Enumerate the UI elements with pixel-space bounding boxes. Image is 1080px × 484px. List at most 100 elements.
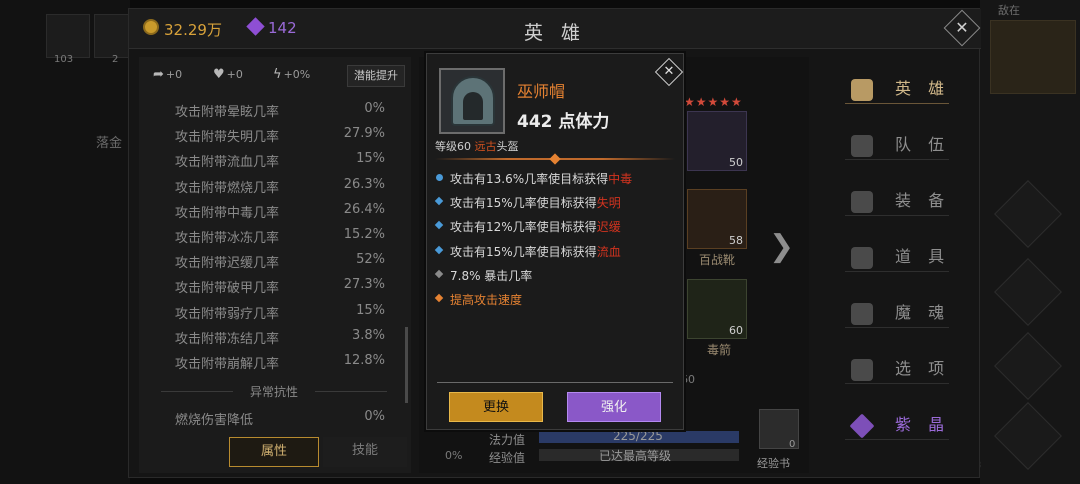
popup-close-button[interactable]: ✕ xyxy=(654,57,684,87)
attribute-label: 攻击附带弱疗几率 xyxy=(175,306,280,322)
attribute-list: 攻击附带晕眩几率 0% 攻击附带失明几率 27.9% 攻击附带流血几率 15% 攻击附… xyxy=(175,101,385,378)
slot-level: 60 xyxy=(729,324,743,337)
flame-icon xyxy=(851,303,873,325)
attribute-value: 26.3% xyxy=(343,176,385,192)
scrollbar[interactable] xyxy=(405,327,408,403)
menu-item-crystal[interactable]: 紫 晶 xyxy=(839,403,959,459)
effect-highlight: 中毒 xyxy=(608,172,633,186)
fist-icon: ➦ xyxy=(153,67,164,82)
attribute-row: 攻击附带迟缓几率 52% xyxy=(175,252,385,277)
background-text: 落金 xyxy=(96,136,123,151)
resist-row: 燃烧伤害降低 0% xyxy=(175,409,385,428)
menu-item-soul[interactable]: 魔 魂 xyxy=(839,291,959,347)
menu-label: 队 伍 xyxy=(895,135,951,154)
buff-speed: ϟ +0% xyxy=(273,67,310,82)
effect-highlight: 迟缓 xyxy=(596,220,621,235)
item-name: 巫师帽 xyxy=(517,82,566,101)
window-title: 英 雄 xyxy=(523,22,587,44)
stat-label: 法力值 xyxy=(489,433,526,447)
button-divider xyxy=(437,382,673,383)
effect-text: 攻击有15%几率使目标获得 xyxy=(450,244,597,259)
menu-item-options[interactable]: 选 项 xyxy=(839,347,959,403)
helmet-icon xyxy=(851,191,873,213)
effect-highlight: 流血 xyxy=(596,244,621,259)
menu-item-equipment[interactable]: 装 备 xyxy=(839,179,959,235)
hero-stars: ★★★★★ xyxy=(684,95,743,109)
attribute-panel[interactable]: ➦ +0 ♥ +0 ϟ +0% 潜能提升 攻击附带晕眩几率 0% 攻击附带失明几率 27.… xyxy=(139,57,411,473)
attribute-value: 15.2% xyxy=(343,226,385,242)
attribute-value: 26.4% xyxy=(343,201,385,217)
slot-count: 103 xyxy=(54,54,74,65)
menu-item-items[interactable]: 道 具 xyxy=(839,235,959,291)
lightning-icon: ϟ xyxy=(273,67,282,82)
effect-highlight: 失明 xyxy=(596,196,621,211)
slot-count: 2 xyxy=(112,54,119,65)
attribute-row: 攻击附带晕眩几率 0% xyxy=(175,101,385,126)
attribute-label: 攻击附带晕眩几率 xyxy=(175,105,280,120)
stat-label: 经验值 xyxy=(489,451,526,465)
next-arrow-icon[interactable]: ❯ xyxy=(769,229,794,264)
menu-label: 英 雄 xyxy=(895,79,951,98)
potential-boost-button[interactable]: 潜能提升 xyxy=(347,65,405,87)
attribute-value: 3.8% xyxy=(351,327,385,343)
crystal-icon xyxy=(849,413,875,439)
divider-diamond-icon xyxy=(549,153,561,165)
attribute-value: 12.8% xyxy=(343,352,385,368)
attribute-row: 攻击附带流血几率 15% xyxy=(175,151,385,176)
bullet-icon xyxy=(434,293,444,303)
enhance-button[interactable]: 强化 xyxy=(567,392,661,422)
replace-button[interactable]: 更换 xyxy=(449,392,543,422)
menu-underline xyxy=(845,159,949,160)
wizard-hat-icon-shadow xyxy=(463,92,483,120)
effect-text: 攻击有15%几率使目标获得 xyxy=(450,196,597,211)
attribute-row: 攻击附带燃烧几率 26.3% xyxy=(175,177,385,202)
buff-strength: ➦ +0 xyxy=(153,67,182,82)
percent-text: 0% xyxy=(445,449,463,462)
attribute-label: 攻击附带破甲几率 xyxy=(175,281,280,297)
menu-label: 紫 晶 xyxy=(895,415,951,434)
side-menu: 英 雄 队 伍 装 备 道 具 魔 魂 选 项 紫 晶 xyxy=(839,67,959,459)
buff-row: ➦ +0 ♥ +0 ϟ +0% 潜能提升 xyxy=(147,65,405,89)
attribute-value: 27.9% xyxy=(343,126,385,142)
attribute-value: 0% xyxy=(364,409,385,424)
inventory-slot[interactable] xyxy=(46,14,90,58)
attribute-label: 攻击附带流血几率 xyxy=(175,155,280,171)
menu-label: 装 备 xyxy=(895,191,951,210)
attribute-label: 攻击附带燃烧几率 xyxy=(175,180,280,196)
item-type: 头盔 xyxy=(496,140,519,153)
slot-level: 58 xyxy=(729,234,743,247)
menu-label: 选 项 xyxy=(895,359,951,378)
equipment-slot[interactable]: 58 xyxy=(687,189,747,249)
refresh-icon xyxy=(436,174,443,181)
attribute-label: 攻击附带崩解几率 xyxy=(175,356,280,372)
effect-text: 攻击有12%几率使目标获得 xyxy=(450,220,597,235)
tab-skills[interactable]: 技能 xyxy=(323,437,407,467)
xp-book-label: 经验书 xyxy=(757,457,790,470)
menu-item-team[interactable]: 队 伍 xyxy=(839,123,959,179)
menu-underline xyxy=(845,383,949,384)
item-effects: 攻击有13.6%几率使目标获得中毒 攻击有15%几率使目标获得失明 攻击有12%… xyxy=(434,170,681,315)
effect-text: 提高攻击速度 xyxy=(450,292,523,307)
hero-icon xyxy=(851,79,873,101)
tab-attributes[interactable]: 属性 xyxy=(229,437,319,467)
effect-line: 攻击有13.6%几率使目标获得中毒 xyxy=(435,170,681,194)
top-bar: 32.29万 142 英 雄 ✕ xyxy=(129,9,981,49)
background-left-panel xyxy=(0,0,130,484)
bullet-icon xyxy=(434,221,444,230)
effect-text: 7.8% 暴击几率 xyxy=(450,268,533,283)
buff-health: ♥ +0 xyxy=(213,67,243,82)
minimap[interactable] xyxy=(990,20,1076,94)
effect-line: 7.8% 暴击几率 xyxy=(434,267,681,291)
equipment-slot[interactable]: 60 xyxy=(687,279,747,339)
menu-underline xyxy=(845,439,949,440)
attribute-row: 攻击附带崩解几率 12.8% xyxy=(175,353,385,378)
menu-item-hero[interactable]: 英 雄 xyxy=(839,67,959,123)
attribute-value: 15% xyxy=(356,302,385,318)
effect-line: 提高攻击速度 xyxy=(434,291,681,315)
menu-underline xyxy=(845,103,949,104)
bag-icon xyxy=(851,247,873,269)
close-icon: ✕ xyxy=(663,64,675,79)
background-label: 敌在 xyxy=(998,4,1020,17)
equipment-slot[interactable]: 50 xyxy=(687,111,747,171)
attribute-value: 27.3% xyxy=(343,277,385,293)
